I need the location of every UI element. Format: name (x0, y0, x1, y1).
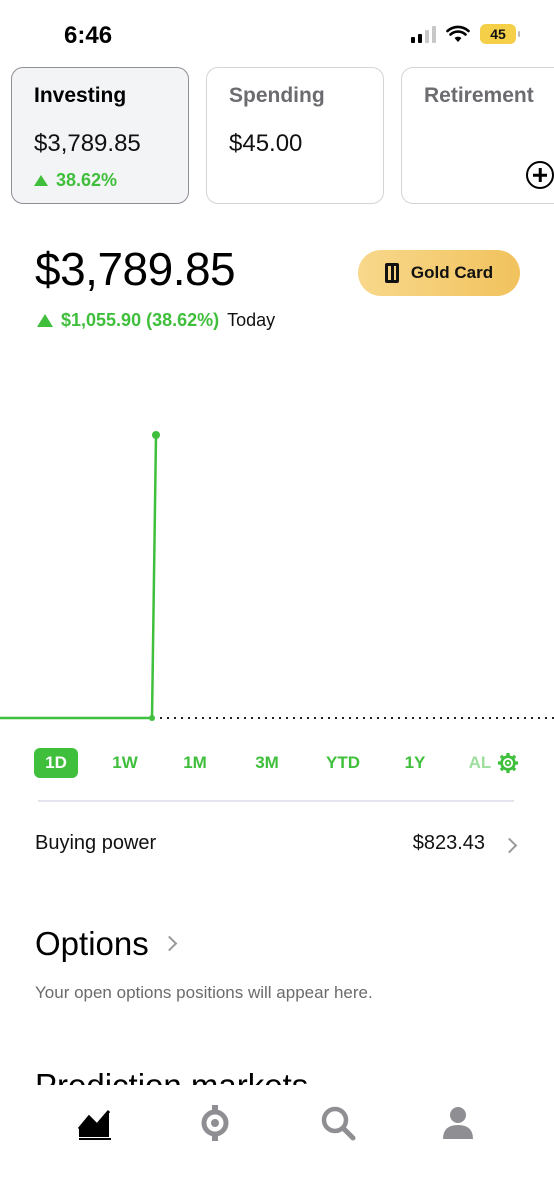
range-all[interactable]: AL (466, 748, 494, 778)
buying-power-row[interactable]: Buying power $823.43 (35, 832, 519, 860)
chart-current-point (152, 431, 160, 439)
account-card-investing[interactable]: Investing $3,789.85 38.62% (11, 67, 189, 204)
chevron-right-icon (161, 935, 178, 952)
wifi-icon (446, 25, 470, 42)
prediction-markets-title[interactable]: Prediction markets (35, 1066, 308, 1086)
gear-icon[interactable] (497, 752, 519, 774)
signal-icon (411, 25, 436, 43)
gold-card-button[interactable]: Gold Card (358, 250, 520, 296)
account-change: 38.62% (34, 170, 166, 191)
up-triangle-icon (34, 175, 48, 186)
prediction-markets-label: Prediction markets (35, 1067, 309, 1086)
chart-series-line (0, 434, 158, 720)
divider (38, 800, 514, 802)
buying-power-value: $823.43 (412, 832, 485, 854)
range-1d[interactable]: 1D (34, 748, 78, 778)
account-value: $3,789.85 (34, 130, 141, 157)
range-1m[interactable]: 1M (176, 748, 214, 778)
range-ytd[interactable]: YTD (322, 748, 364, 778)
battery-icon: 45 (480, 24, 520, 44)
account-card-spending[interactable]: Spending $45.00 (206, 67, 384, 204)
gain-amount: $1,055.90 (38.62%) (61, 310, 220, 330)
account-name: Investing (34, 84, 127, 107)
chevron-right-icon (501, 837, 518, 854)
account-name: Retirement (424, 84, 534, 107)
gain-row: $1,055.90 (38.62%) Today (37, 310, 275, 331)
status-icons: 45 (411, 24, 520, 44)
profile-icon[interactable] (438, 1103, 478, 1143)
options-subtitle: Your open options positions will appear … (35, 983, 373, 1002)
account-value: $45.00 (229, 130, 303, 157)
chart-start-point (149, 715, 155, 721)
range-1y[interactable]: 1Y (398, 748, 432, 778)
range-1w[interactable]: 1W (106, 748, 144, 778)
range-selector: 1D 1W 1M 3M YTD 1Y AL (0, 748, 554, 780)
search-icon[interactable] (318, 1103, 358, 1143)
portfolio-chart[interactable] (0, 420, 554, 730)
crypto-icon[interactable] (195, 1103, 235, 1143)
card-icon (384, 263, 399, 283)
options-title[interactable]: Options (35, 925, 178, 963)
status-time: 6:46 (64, 22, 113, 49)
options-title-label: Options (35, 925, 149, 962)
bottom-nav (0, 1085, 554, 1200)
status-bar: 6:46 45 (0, 0, 554, 70)
add-circle-icon[interactable] (526, 161, 554, 189)
account-name: Spending (229, 84, 325, 107)
buying-power-label: Buying power (35, 832, 157, 854)
range-3m[interactable]: 3M (248, 748, 286, 778)
account-card-retirement[interactable]: Retirement (401, 67, 554, 204)
chart-icon[interactable] (75, 1103, 115, 1143)
account-change-value: 38.62% (56, 170, 118, 190)
up-triangle-icon (37, 314, 53, 327)
gain-period: Today (227, 310, 276, 330)
account-cards: Investing $3,789.85 38.62% Spending $45.… (11, 67, 554, 205)
portfolio-value: $3,789.85 (35, 243, 236, 295)
gold-card-label: Gold Card (410, 263, 494, 282)
